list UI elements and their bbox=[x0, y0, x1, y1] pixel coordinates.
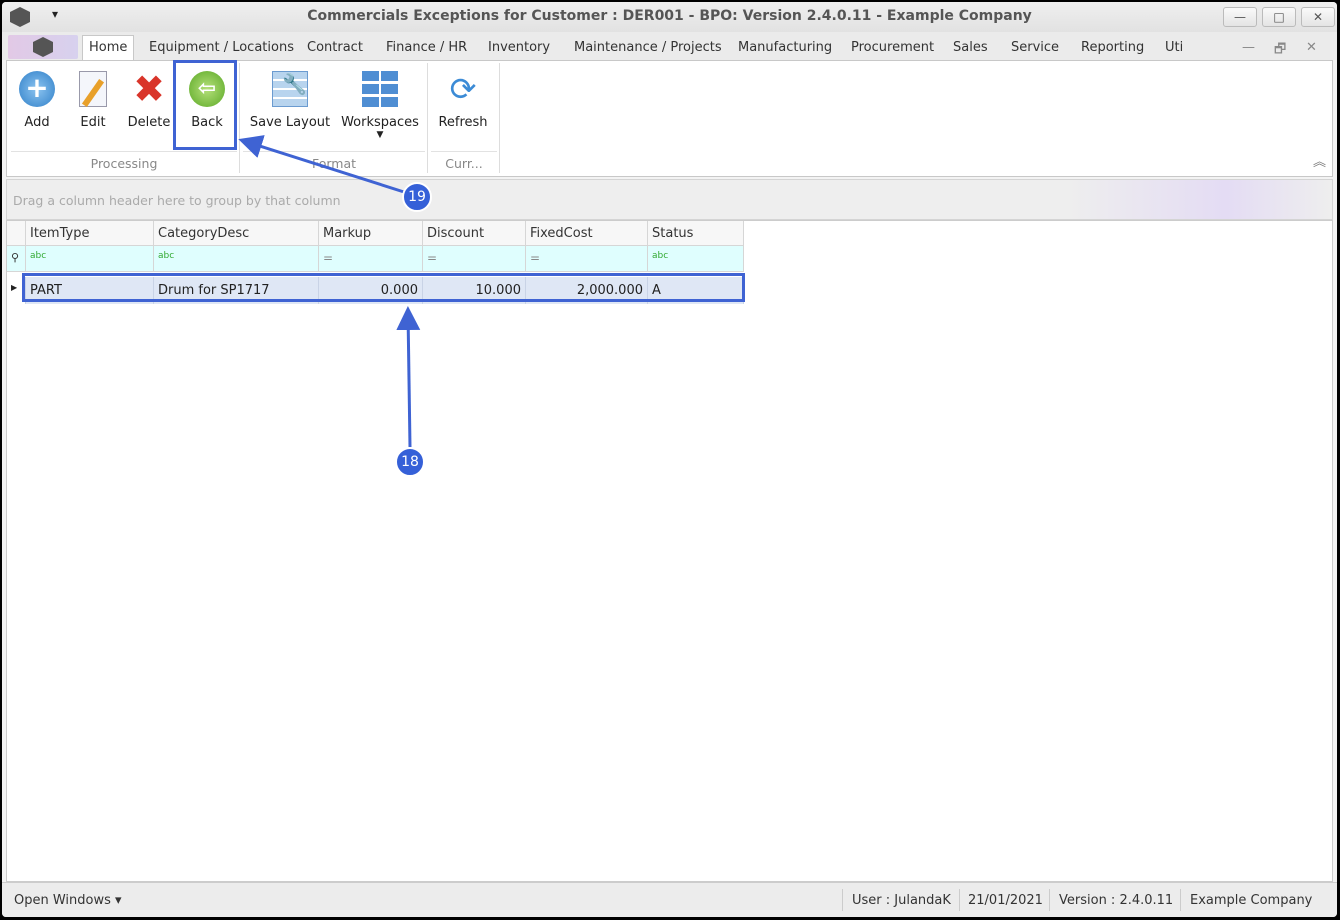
arrow-to-row bbox=[396, 306, 421, 448]
annotation-arrows bbox=[238, 135, 421, 448]
arrow-to-back bbox=[238, 135, 405, 194]
step-badge-19: 19 bbox=[402, 182, 432, 212]
step-badge-18: 18 bbox=[395, 447, 425, 477]
